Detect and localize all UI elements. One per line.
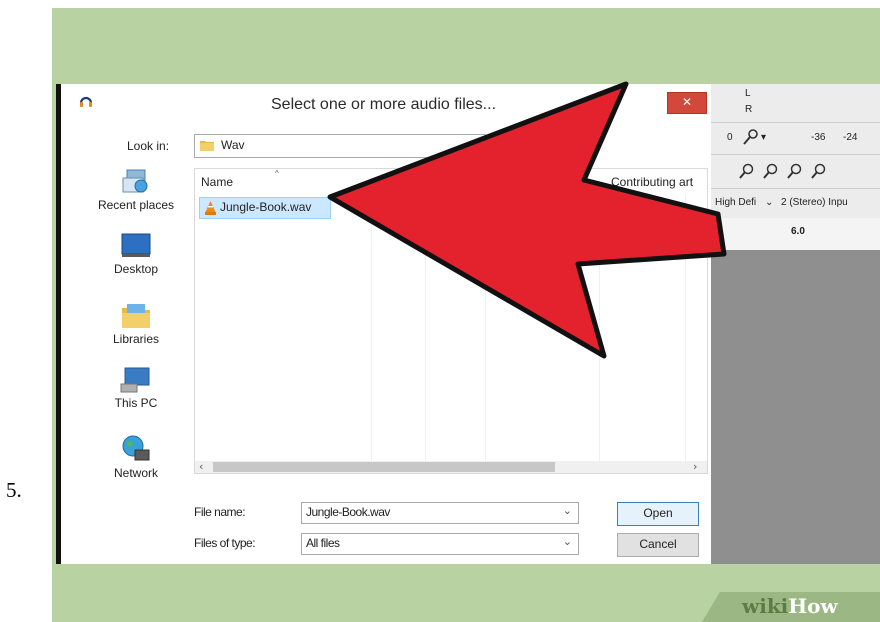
wikihow-how-text: How bbox=[788, 594, 838, 618]
wikihow-logo: wikiHow bbox=[742, 594, 838, 618]
step-number: 5. bbox=[6, 478, 22, 502]
red-arrow-annotation bbox=[327, 81, 727, 359]
red-arrow-icon bbox=[327, 81, 727, 359]
wikihow-wiki-text: wiki bbox=[742, 594, 789, 618]
illustration-panel: Select one or more audio files... ✕ Look… bbox=[52, 8, 880, 622]
